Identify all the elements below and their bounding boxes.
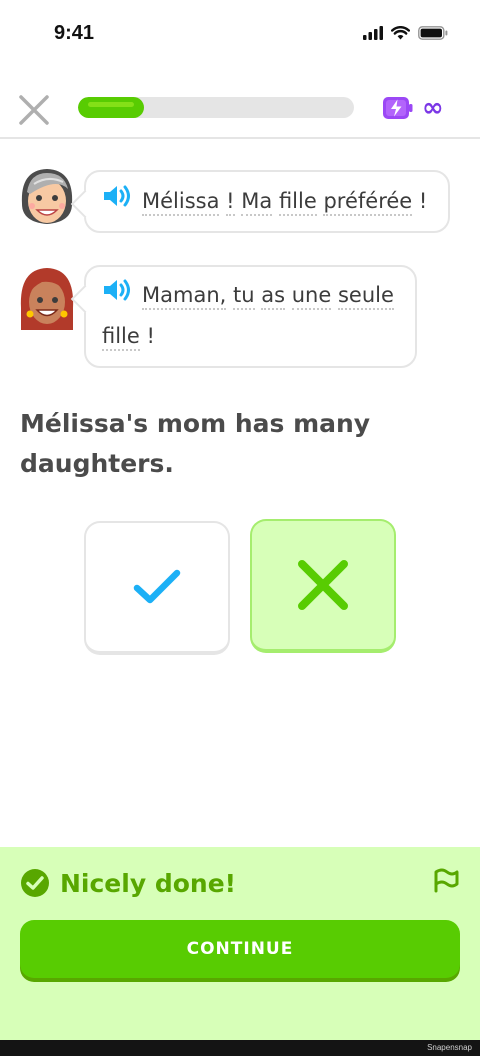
battery-icon <box>418 26 448 40</box>
speaker-icon[interactable] <box>102 276 132 316</box>
result-banner: Nicely done! <box>20 868 236 898</box>
word: ! <box>418 189 428 213</box>
grandmother-avatar <box>18 164 76 230</box>
word[interactable]: fille <box>102 324 140 351</box>
word[interactable]: une <box>291 283 332 310</box>
word[interactable]: fille <box>278 189 317 216</box>
progress-fill <box>78 97 145 118</box>
word[interactable]: Maman, <box>142 283 227 310</box>
word[interactable]: ! <box>226 189 235 216</box>
flag-icon <box>434 868 459 893</box>
word[interactable]: préférée <box>323 189 413 216</box>
status-icons <box>363 26 448 40</box>
close-button[interactable] <box>16 92 52 128</box>
check-circle-icon <box>21 869 49 897</box>
check-icon <box>133 569 181 604</box>
progress-bar <box>78 97 354 118</box>
result-text: Nicely done! <box>60 868 237 898</box>
word[interactable]: tu <box>233 283 255 310</box>
word[interactable]: seule <box>337 283 394 310</box>
x-icon <box>298 560 348 610</box>
speaker-icon[interactable] <box>102 182 132 222</box>
watermark: Snapensnap <box>427 1043 472 1052</box>
true-choice-button[interactable] <box>84 521 230 655</box>
melissa-avatar <box>18 264 76 330</box>
infinity-icon: ∞ <box>422 93 444 123</box>
false-choice-button[interactable] <box>250 519 396 653</box>
progress-highlight <box>88 102 135 107</box>
energy-indicator[interactable]: ∞ <box>382 93 444 123</box>
continue-button[interactable]: CONTINUE <box>20 920 460 978</box>
message-bubble-grandmother: Mélissa ! Ma fille préférée ! <box>84 170 450 233</box>
header-divider <box>0 137 480 139</box>
bottom-strip <box>0 1040 480 1056</box>
signal-icon <box>363 26 383 40</box>
question-prompt: Mélissa's mom has many daughters. <box>20 409 371 478</box>
report-flag-button[interactable] <box>432 866 460 898</box>
word[interactable]: Ma <box>241 189 273 216</box>
close-icon <box>19 95 49 125</box>
message-text[interactable]: Mélissa ! Ma fille préférée ! <box>142 189 427 216</box>
message-bubble-melissa: Maman, tu as une seule fille ! <box>84 265 417 368</box>
status-time: 9:41 <box>54 22 95 44</box>
wifi-icon <box>391 26 410 40</box>
message-text[interactable]: Maman, tu as une seule fille ! <box>102 283 394 351</box>
word[interactable]: as <box>261 283 286 310</box>
energy-icon <box>383 97 413 119</box>
word[interactable]: Mélissa <box>142 189 220 216</box>
word: ! <box>146 324 155 348</box>
